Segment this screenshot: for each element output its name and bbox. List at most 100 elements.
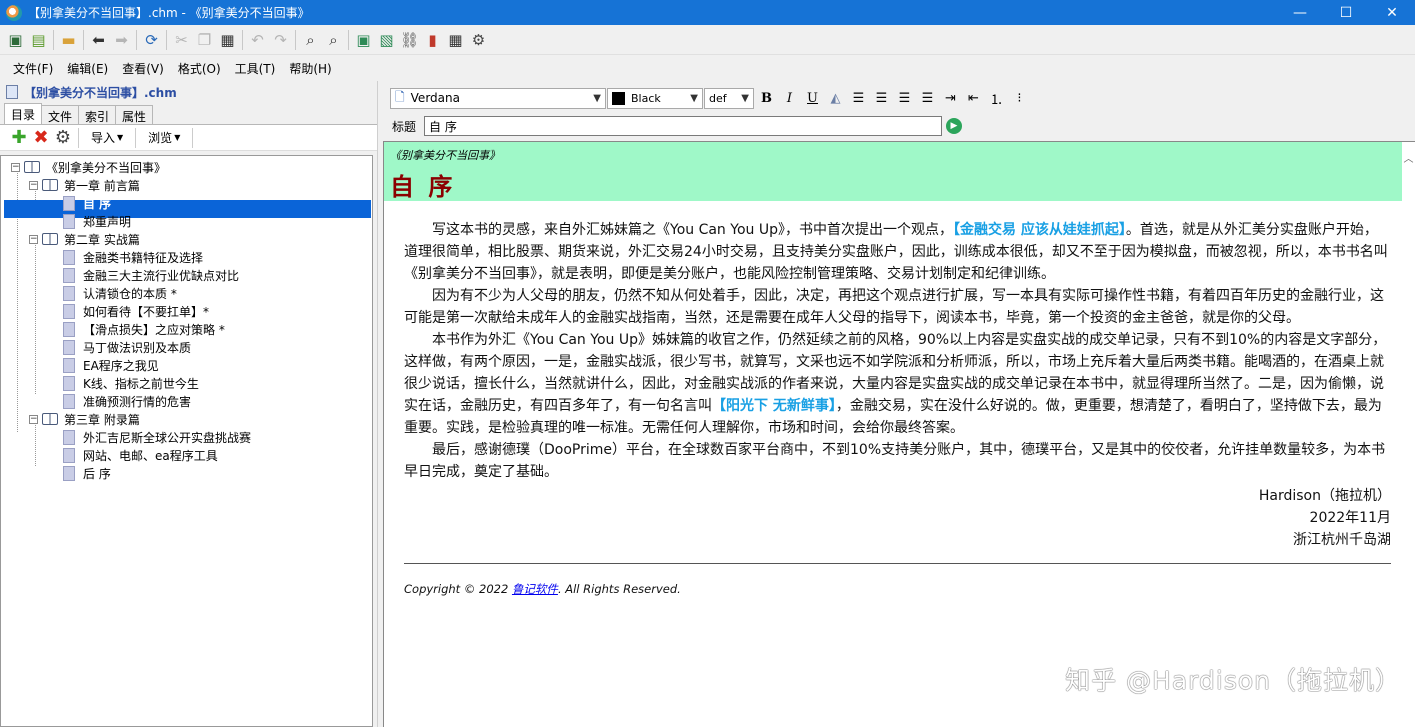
browse-dropdown[interactable]: 浏览 ▼ xyxy=(140,127,188,149)
delete-icon[interactable]: ✖ xyxy=(30,127,52,148)
indent-icon[interactable]: ⇥ xyxy=(939,87,962,109)
menu-tools[interactable]: 工具(T) xyxy=(228,60,283,77)
menu-help[interactable]: 帮助(H) xyxy=(282,60,338,77)
title-input[interactable] xyxy=(424,116,943,136)
insert-image-icon[interactable]: ▣ xyxy=(352,28,375,52)
tree-item[interactable]: 马丁做法识别及本质 xyxy=(63,338,191,356)
outdent-icon[interactable]: ⇤ xyxy=(962,87,985,109)
tree-item[interactable]: 认清锁仓的本质 * xyxy=(63,284,177,302)
tab-contents[interactable]: 目录 xyxy=(4,103,43,124)
back-arrow-icon[interactable]: ⬅ xyxy=(87,28,110,52)
table-icon[interactable]: ▦ xyxy=(444,28,467,52)
apply-title-icon[interactable]: ▶ xyxy=(946,118,963,134)
tree-item[interactable]: EA程序之我见 xyxy=(63,356,159,374)
font-select[interactable]: 🗋 Verdana ▼ xyxy=(390,87,606,109)
tree-label: 认清锁仓的本质 * xyxy=(83,286,177,301)
compile-icon[interactable]: ▣ xyxy=(4,28,27,52)
tree-item[interactable]: 准确预测行情的危害 xyxy=(63,392,191,410)
tree-item[interactable]: 郑重声明 xyxy=(63,212,131,230)
align-justify-icon[interactable]: ☰ xyxy=(916,87,939,109)
copy-icon[interactable]: ❐ xyxy=(193,28,216,52)
menu-view[interactable]: 查看(V) xyxy=(115,60,171,77)
tree-label: 网站、电邮、ea程序工具 xyxy=(83,448,218,463)
collapse-icon[interactable]: − xyxy=(29,234,38,244)
tree-chapter-1[interactable]: − 第一章 前言篇 xyxy=(29,176,140,194)
eraser-icon[interactable]: ◭ xyxy=(824,87,847,109)
menu-file[interactable]: 文件(F) xyxy=(6,60,60,77)
refresh-icon[interactable]: ⟳ xyxy=(140,28,163,52)
tree-item[interactable]: 外汇吉尼斯全球公开实盘挑战赛 xyxy=(63,428,251,446)
align-left-icon[interactable]: ☰ xyxy=(847,87,870,109)
collapse-icon[interactable]: − xyxy=(11,162,20,172)
format-toolbar: 🗋 Verdana ▼ Black ▼ def ▼ B I U ◭ ☰ ☰ ☰ … xyxy=(384,84,1054,112)
book-icon xyxy=(42,233,58,245)
undo-icon[interactable]: ↶ xyxy=(246,28,269,52)
link-icon[interactable]: ⛓ xyxy=(398,28,421,52)
tree-chapter-3[interactable]: − 第三章 附录篇 xyxy=(29,410,140,428)
chevron-down-icon: ▼ xyxy=(174,133,181,142)
tree-item[interactable]: 网站、电邮、ea程序工具 xyxy=(63,446,218,464)
toolbar-separator xyxy=(295,29,296,50)
import-dropdown[interactable]: 导入 ▼ xyxy=(83,127,131,149)
numbered-list-icon[interactable]: ⒈ xyxy=(985,87,1008,109)
left-panel: 【别拿美分不当回事】.chm 目录 文件 索引 属性 ✚ ✖ ⚙ 导入 ▼ 浏览 ▼… xyxy=(0,81,377,727)
save-icon[interactable]: ▤ xyxy=(27,28,50,52)
tree-item[interactable]: 【滑点损失】之应对策略 * xyxy=(63,320,225,338)
replace-icon[interactable]: ⌕ xyxy=(322,28,345,52)
close-button[interactable]: ✕ xyxy=(1369,0,1415,25)
browse-label: 浏览 xyxy=(148,131,173,145)
title-label: 标题 xyxy=(392,119,417,134)
tree-item[interactable]: K线、指标之前世今生 xyxy=(63,374,199,392)
tree-item-preface[interactable]: 自 序 xyxy=(63,194,111,212)
image-icon[interactable]: ▧ xyxy=(375,28,398,52)
tree-label: 自 序 xyxy=(83,196,112,211)
tab-files[interactable]: 文件 xyxy=(41,105,80,124)
tree-item[interactable]: 如何看待【不要扛单】* xyxy=(63,302,209,320)
toolbar-separator xyxy=(348,29,349,50)
underline-button[interactable]: U xyxy=(801,87,824,109)
bookmark-icon[interactable]: ▮ xyxy=(421,28,444,52)
tree-label: 郑重声明 xyxy=(83,214,132,229)
bold-button[interactable]: B xyxy=(755,87,778,109)
minimize-button[interactable]: — xyxy=(1277,0,1323,25)
copyright-link[interactable]: 鲁记软件 xyxy=(512,582,558,596)
collapse-icon[interactable]: − xyxy=(29,414,38,424)
italic-button[interactable]: I xyxy=(778,87,801,109)
tab-index[interactable]: 索引 xyxy=(78,105,117,124)
forward-arrow-icon[interactable]: ➡ xyxy=(110,28,133,52)
settings-gear-icon[interactable]: ⚙ xyxy=(467,28,490,52)
tree-chapter-2[interactable]: − 第二章 实战篇 xyxy=(29,230,140,248)
page-icon xyxy=(63,285,75,301)
tab-properties[interactable]: 属性 xyxy=(115,105,154,124)
menu-format[interactable]: 格式(O) xyxy=(171,60,228,77)
bullet-list-icon[interactable]: ⁝ xyxy=(1008,87,1031,109)
align-center-icon[interactable]: ☰ xyxy=(870,87,893,109)
tree-label: 《别拿美分不当回事》 xyxy=(46,160,167,175)
tree-item[interactable]: 后 序 xyxy=(63,464,111,482)
tree-item[interactable]: 金融三大主流行业优缺点对比 xyxy=(63,266,239,284)
paste-icon[interactable]: ▦ xyxy=(216,28,239,52)
size-select[interactable]: def ▼ xyxy=(704,87,754,109)
color-select[interactable]: Black ▼ xyxy=(607,87,703,109)
collapse-icon[interactable]: − xyxy=(29,180,38,190)
document-view[interactable]: 《别拿美分不当回事》 自 序 写这本书的灵感，来自外汇姊妹篇之《You Can … xyxy=(383,141,1415,727)
vertical-scrollbar[interactable]: ︿ xyxy=(1402,142,1415,727)
cut-icon[interactable]: ✂ xyxy=(170,28,193,52)
gear-icon[interactable]: ⚙ xyxy=(52,127,74,148)
align-right-icon[interactable]: ☰ xyxy=(893,87,916,109)
page-icon xyxy=(63,429,75,445)
window-title: 【别拿美分不当回事】.chm - 《别拿美分不当回事》 xyxy=(28,6,310,20)
redo-icon[interactable]: ↷ xyxy=(269,28,292,52)
search-icon[interactable]: ⌕ xyxy=(299,28,322,52)
scroll-up-icon[interactable]: ︿ xyxy=(1402,150,1415,165)
highlight-text: 【金融交易 应该从娃娃抓起】 xyxy=(952,222,1126,238)
copyright: Copyright © 2022 鲁记软件. All Rights Reserv… xyxy=(404,578,1391,600)
maximize-button[interactable]: ☐ xyxy=(1323,0,1369,25)
tree-item[interactable]: 金融类书籍特征及选择 xyxy=(63,248,203,266)
menu-edit[interactable]: 编辑(E) xyxy=(60,60,115,77)
page-icon xyxy=(63,303,75,319)
tree-root[interactable]: − 《别拿美分不当回事》 xyxy=(11,158,166,176)
color-value: Black xyxy=(631,91,661,105)
open-folder-icon[interactable]: ▬ xyxy=(57,28,80,52)
add-icon[interactable]: ✚ xyxy=(8,127,30,148)
